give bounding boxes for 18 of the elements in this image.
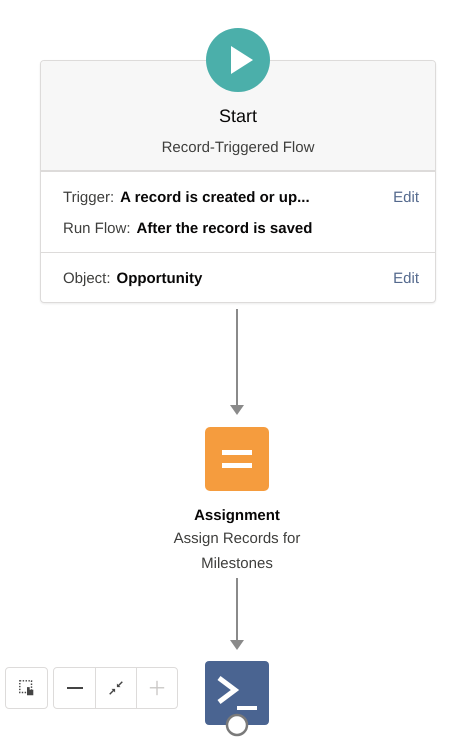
plus-icon — [148, 679, 166, 697]
flow-type: Record-Triggered Flow — [162, 139, 314, 156]
node-title: Assignment — [194, 507, 280, 524]
shrink-icon — [107, 679, 125, 697]
field-label: Object: — [63, 270, 111, 287]
select-area-icon — [18, 679, 36, 697]
field-value: After the record is saved — [136, 220, 312, 237]
edit-link[interactable]: Edit — [393, 189, 419, 206]
start-title: Start — [218, 106, 257, 127]
terminal-icon — [205, 661, 269, 737]
minus-icon — [66, 687, 84, 689]
field-value: A record is created or up... — [120, 189, 310, 206]
field-label: Run Flow: — [63, 220, 131, 237]
node-description: Assign Records for Milestones — [172, 529, 302, 574]
field-value: Opportunity — [116, 270, 202, 287]
field-label: Trigger: — [63, 189, 114, 206]
edit-link[interactable]: Edit — [393, 270, 419, 287]
assignment-icon — [205, 427, 269, 491]
